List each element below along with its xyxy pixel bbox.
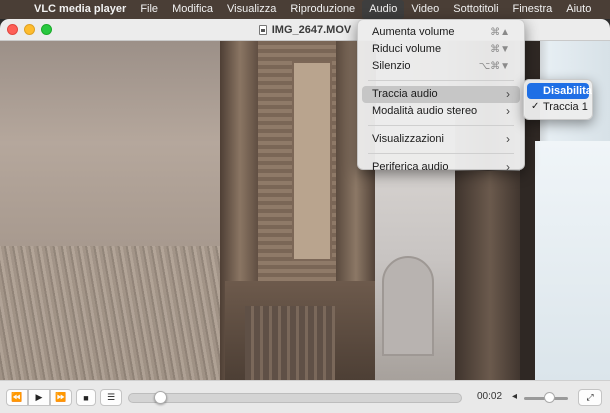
- fullscreen-button[interactable]: ⤢: [578, 389, 602, 406]
- menu-modifica[interactable]: Modifica: [165, 0, 220, 19]
- stop-button[interactable]: ■: [76, 389, 96, 406]
- menu-item-modalita-audio-stereo[interactable]: Modalità audio stereo ›: [362, 103, 520, 120]
- shortcut-label: ⌥⌘▼: [478, 61, 510, 72]
- window-title-text: IMG_2647.MOV: [271, 23, 352, 36]
- audio-menu: Aumenta volume ⌘▲ Riduci volume ⌘▼ Silen…: [357, 19, 525, 174]
- menu-item-riduci-volume[interactable]: Riduci volume ⌘▼: [362, 41, 520, 58]
- audio-track-submenu: Disabilita ✓ Traccia 1: [523, 79, 593, 120]
- chevron-right-icon: ›: [506, 160, 510, 174]
- minimize-window-button[interactable]: [24, 24, 35, 35]
- menu-app-name[interactable]: VLC media player: [30, 0, 133, 19]
- menu-separator: [368, 153, 514, 154]
- checkmark-icon: ✓: [531, 101, 540, 112]
- fullscreen-icon: ⤢: [586, 392, 594, 402]
- menu-audio[interactable]: Audio: [362, 0, 405, 19]
- window-title: IMG_2647.MOV: [258, 23, 352, 36]
- fast-forward-icon: ⏩: [55, 392, 67, 402]
- rewind-button[interactable]: ⏪: [6, 389, 28, 406]
- submenu-item-traccia-1[interactable]: ✓ Traccia 1: [527, 99, 589, 115]
- chevron-right-icon: ›: [506, 104, 510, 118]
- playlist-button[interactable]: ☰: [100, 389, 122, 406]
- rewind-icon: ⏪: [11, 392, 23, 402]
- transport-segment: ⏪ ▶ ⏩: [6, 389, 72, 406]
- menu-aiuto[interactable]: Aiuto: [559, 0, 598, 19]
- controls-bar: ⏪ ▶ ⏩ ■ ☰ 00:02 ◂ ⤢: [0, 380, 610, 413]
- shortcut-label: ⌘▼: [490, 44, 510, 55]
- seek-bar[interactable]: [128, 393, 462, 403]
- chevron-right-icon: ›: [506, 132, 510, 146]
- movie-file-icon: [258, 24, 267, 35]
- window-controls: [7, 24, 52, 35]
- submenu-item-disabilita[interactable]: Disabilita: [527, 83, 592, 99]
- menu-video[interactable]: Video: [404, 0, 446, 19]
- playlist-icon: ☰: [106, 392, 116, 402]
- chevron-right-icon: ›: [506, 87, 510, 101]
- zoom-window-button[interactable]: [41, 24, 52, 35]
- time-readout: 00:02: [477, 391, 503, 402]
- menu-separator: [368, 125, 514, 126]
- fast-forward-button[interactable]: ⏩: [50, 389, 72, 406]
- menu-finestra[interactable]: Finestra: [506, 0, 560, 19]
- menu-item-aumenta-volume[interactable]: Aumenta volume ⌘▲: [362, 24, 520, 41]
- menu-separator: [368, 80, 514, 81]
- shortcut-label: ⌘▲: [490, 27, 510, 38]
- play-icon: ▶: [35, 392, 43, 402]
- menu-bar: VLC media player File Modifica Visualizz…: [0, 0, 610, 19]
- play-button[interactable]: ▶: [28, 389, 50, 406]
- menu-visualizza[interactable]: Visualizza: [220, 0, 283, 19]
- menu-item-periferica-audio[interactable]: Periferica audio ›: [362, 159, 520, 176]
- close-window-button[interactable]: [7, 24, 18, 35]
- menu-item-traccia-audio[interactable]: Traccia audio ›: [362, 86, 520, 103]
- menu-riproduzione[interactable]: Riproduzione: [283, 0, 362, 19]
- seek-handle[interactable]: [153, 391, 167, 404]
- menu-item-silenzio[interactable]: Silenzio ⌥⌘▼: [362, 58, 520, 75]
- menu-file[interactable]: File: [133, 0, 165, 19]
- volume-handle[interactable]: [543, 392, 555, 403]
- menu-item-visualizzazioni[interactable]: Visualizzazioni ›: [362, 131, 520, 148]
- stop-icon: ■: [83, 392, 89, 403]
- menu-sottotitoli[interactable]: Sottotitoli: [446, 0, 505, 19]
- volume-low-icon: ◂: [512, 391, 518, 402]
